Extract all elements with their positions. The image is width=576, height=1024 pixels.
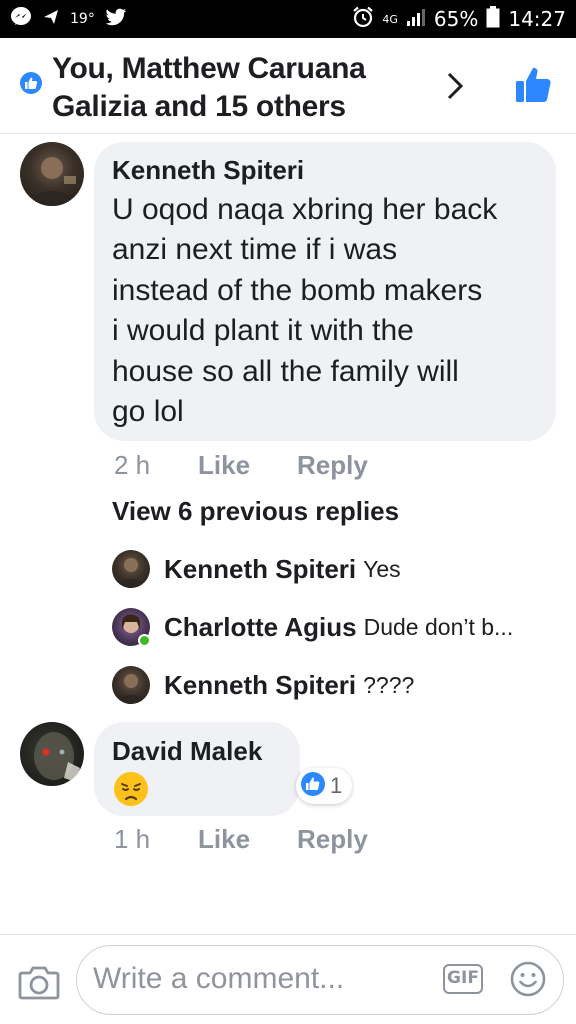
clock: 14:27 — [508, 7, 566, 31]
likers-summary[interactable]: You, Matthew Caruana Galizia and 15 othe… — [52, 50, 432, 126]
reply-author[interactable]: Kenneth Spiteri — [164, 554, 356, 585]
reaction-count: 1 — [330, 773, 343, 798]
network-type: 4G — [382, 12, 398, 26]
comment-author[interactable]: Kenneth Spiteri — [112, 155, 304, 186]
avatar-david-malek[interactable] — [20, 722, 84, 786]
reply-author[interactable]: Charlotte Agius — [164, 612, 357, 643]
reply-item[interactable]: Kenneth Spiteri Yes — [112, 549, 401, 589]
comment-input-container[interactable]: GIF — [76, 945, 564, 1015]
like-link[interactable]: Like — [198, 824, 250, 855]
battery-icon — [486, 6, 500, 32]
disappointed-face-emoji — [112, 770, 150, 808]
weather-temperature: 19° — [70, 11, 95, 27]
comment-text-line: go lol — [112, 395, 184, 428]
reply-author[interactable]: Kenneth Spiteri — [164, 670, 356, 701]
reactions-header[interactable]: You, Matthew Caruana Galizia and 15 othe… — [0, 38, 576, 134]
like-reaction-icon — [20, 72, 42, 94]
comment-text-line: house so all the family will — [112, 355, 459, 388]
like-button-icon[interactable] — [512, 64, 554, 106]
like-reaction-icon — [300, 771, 326, 802]
chevron-right-icon[interactable] — [438, 66, 472, 106]
avatar-kenneth-spiteri[interactable] — [112, 550, 150, 588]
emoji-icon[interactable] — [509, 960, 547, 998]
reply-text: ???? — [363, 671, 415, 698]
send-icon — [42, 8, 60, 30]
comment-author[interactable]: David Malek — [112, 736, 262, 767]
reply-link[interactable]: Reply — [297, 450, 368, 481]
reply-link[interactable]: Reply — [297, 824, 368, 855]
avatar-kenneth-spiteri[interactable] — [112, 666, 150, 704]
camera-icon[interactable] — [18, 963, 60, 1001]
twitter-icon — [105, 8, 127, 30]
avatar-kenneth-spiteri[interactable] — [20, 142, 84, 206]
reply-text: Yes — [363, 555, 401, 582]
comment-input[interactable] — [93, 946, 433, 1012]
reaction-badge[interactable]: 1 — [296, 768, 353, 804]
reply-item[interactable]: Kenneth Spiteri ???? — [112, 665, 414, 705]
comment-text-line: U oqod naqa xbring her back — [112, 193, 498, 226]
comment-timestamp: 1 h — [114, 824, 151, 854]
battery-percent: 65% — [433, 7, 479, 31]
messenger-icon — [10, 6, 32, 32]
reply-text: Dude don’t b... — [363, 613, 514, 640]
comment-composer: GIF — [0, 934, 576, 1024]
comment-text-line: i would plant it with the — [112, 314, 414, 347]
signal-icon — [406, 8, 426, 30]
gif-button[interactable]: GIF — [443, 964, 483, 994]
alarm-icon — [352, 6, 374, 32]
status-bar: 19° 4G 65% 14:27 — [0, 0, 576, 38]
like-link[interactable]: Like — [198, 450, 250, 481]
comment-text-line: instead of the bomb makers — [112, 274, 483, 307]
view-previous-replies-link[interactable]: View 6 previous replies — [112, 496, 399, 527]
comment-timestamp: 2 h — [114, 450, 151, 480]
comment-text-line: anzi next time if i was — [112, 233, 398, 266]
reply-item[interactable]: Charlotte Agius Dude don’t b... — [112, 607, 513, 647]
online-status-indicator — [138, 634, 151, 647]
